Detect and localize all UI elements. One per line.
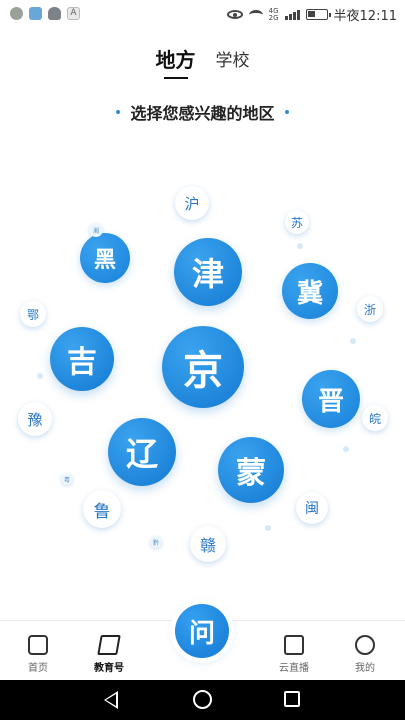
bullet-dot — [284, 110, 289, 114]
region-beijing[interactable]: 京 — [162, 326, 244, 408]
region-hebei[interactable]: 冀 — [282, 263, 338, 319]
region-jiangsu[interactable]: 苏 — [285, 210, 309, 234]
region-liaoning[interactable]: 辽 — [108, 418, 176, 486]
nav-me[interactable]: 我的 — [335, 635, 395, 674]
home-circle-icon[interactable] — [193, 690, 212, 709]
nav-home[interactable]: 首页 — [8, 635, 68, 674]
region-neimenggu[interactable]: 蒙 — [218, 437, 284, 503]
region-shandong[interactable]: 鲁 — [83, 490, 121, 528]
wechat-icon — [10, 7, 23, 20]
region-jiangxi[interactable]: 赣 — [190, 526, 226, 562]
system-nav-bar — [0, 680, 405, 720]
network-type: 4G 2G — [268, 6, 279, 22]
notification-icons: A — [10, 7, 80, 20]
region-zhejiang[interactable]: 浙 — [357, 296, 383, 322]
region-tianjin[interactable]: 津 — [174, 238, 242, 306]
font-icon: A — [67, 7, 80, 20]
region-tabs: 地方 学校 — [0, 44, 405, 81]
system-indicators: 4G 2G 半夜12:11 — [226, 5, 397, 24]
region-shanghai[interactable]: 沪 — [175, 186, 209, 220]
profile-chat-icon — [355, 635, 375, 655]
graduation-cap-icon — [97, 635, 121, 655]
page-subtitle: 选择您感兴趣的地区 — [0, 100, 405, 124]
region-hubei[interactable]: 鄂 — [20, 301, 46, 327]
tab-region[interactable]: 地方 — [156, 44, 196, 81]
region-heilongjiang[interactable]: 黑 — [80, 233, 130, 283]
status-bar: A 4G 2G 半夜12:11 — [0, 0, 405, 28]
tab-school[interactable]: 学校 — [216, 46, 250, 81]
battery-icon — [305, 9, 331, 20]
region-fujian[interactable]: 闽 — [296, 492, 328, 524]
recents-icon[interactable] — [284, 691, 300, 707]
region-shanxi[interactable]: 晋 — [302, 370, 360, 428]
region-guizhou[interactable]: 黔 — [150, 536, 162, 548]
home-icon — [28, 635, 48, 655]
bullet-dot — [116, 110, 121, 114]
nav-education[interactable]: 教育号 — [79, 635, 139, 674]
eye-comfort-icon — [226, 10, 243, 19]
region-hunan[interactable]: 湘 — [89, 223, 103, 237]
wifi-icon — [248, 9, 263, 20]
cloud-download-icon — [48, 7, 61, 20]
clock: 半夜12:11 — [333, 9, 397, 24]
region-jilin[interactable]: 吉 — [50, 327, 114, 391]
ask-button[interactable]: 问 — [175, 604, 229, 658]
region-henan[interactable]: 豫 — [18, 402, 52, 436]
back-icon[interactable] — [104, 691, 118, 709]
region-guangdong[interactable]: 粤 — [61, 473, 73, 485]
subtitle-text: 选择您感兴趣的地区 — [130, 104, 275, 123]
video-play-icon — [284, 635, 304, 655]
nav-live[interactable]: 云直播 — [264, 635, 324, 674]
region-anhui[interactable]: 皖 — [362, 405, 388, 431]
gallery-icon — [29, 7, 42, 20]
region-bubble-cloud: 京 津 吉 辽 蒙 晋 冀 黑 沪 苏 浙 皖 闽 赣 鲁 豫 鄂 湘 粤 黔 — [0, 170, 405, 610]
signal-icon — [284, 9, 300, 20]
